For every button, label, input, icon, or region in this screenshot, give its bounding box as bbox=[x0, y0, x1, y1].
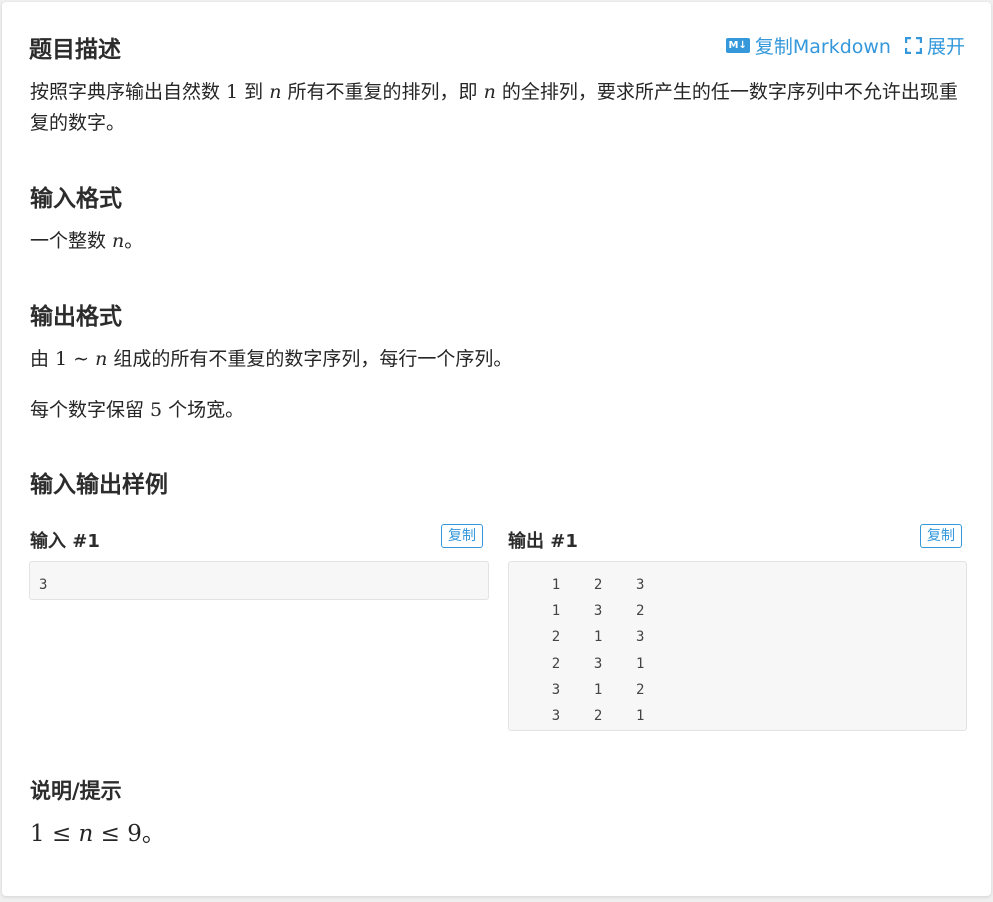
description-math-n2: n bbox=[483, 81, 496, 103]
description-header: 题目描述 M↓ 复制Markdown 展开 bbox=[29, 30, 965, 63]
output-format-math-n: n bbox=[95, 348, 108, 370]
hint-math-n: n bbox=[78, 821, 94, 847]
output-format-text-1: 由 bbox=[30, 348, 56, 370]
output-format-math-5: 5 bbox=[150, 399, 163, 421]
hint-title: 说明/提示 bbox=[30, 779, 122, 803]
description-text: 按照字典序输出自然数 1 到 n 所有不重复的排列，即 n 的全排列，要求所产生… bbox=[30, 77, 965, 139]
hint-text: 1 ≤ n ≤ 9。 bbox=[30, 819, 965, 850]
copy-markdown-button[interactable]: M↓ 复制Markdown bbox=[725, 32, 891, 59]
output-format-title: 输出格式 bbox=[30, 304, 122, 330]
expand-icon bbox=[904, 37, 922, 54]
output-format-line2: 每个数字保留 5 个场宽。 bbox=[30, 395, 965, 426]
header-actions: M↓ 复制Markdown 展开 bbox=[725, 32, 965, 59]
description-text-2: 到 bbox=[238, 81, 270, 103]
hint-suffix: 。 bbox=[141, 821, 165, 847]
problem-card: 题目描述 M↓ 复制Markdown 展开 按照字典序输出自然数 1 到 n 所… bbox=[2, 2, 991, 896]
sample-input-text: 3 bbox=[39, 577, 48, 593]
output-format-math-range: 1 ∼ bbox=[55, 348, 96, 370]
samples-title: 输入输出样例 bbox=[30, 472, 168, 498]
copy-output-button[interactable]: 复制 bbox=[920, 524, 962, 548]
output-format-line1: 由 1 ∼ n 组成的所有不重复的数字序列，每行一个序列。 bbox=[30, 344, 965, 375]
input-format-text-2: 。 bbox=[124, 230, 144, 252]
markdown-icon: M↓ bbox=[725, 38, 750, 53]
expand-label: 展开 bbox=[926, 36, 965, 58]
input-format-text: 一个整数 n。 bbox=[30, 226, 965, 257]
sample-input-label: 输入 #1 bbox=[30, 531, 100, 552]
sample-input-box: 3 bbox=[29, 561, 489, 600]
hint-math-right: ≤ 9 bbox=[93, 821, 142, 847]
input-format-text-1: 一个整数 bbox=[30, 230, 113, 252]
copy-input-button[interactable]: 复制 bbox=[441, 524, 483, 548]
expand-button[interactable]: 展开 bbox=[904, 32, 965, 59]
description-text-3: 所有不重复的排列，即 bbox=[281, 81, 484, 103]
sample-output-box: 1 2 3 1 3 2 2 1 3 2 3 1 3 1 2 3 2 1 bbox=[508, 561, 967, 731]
output-format-text-4: 个场宽。 bbox=[162, 399, 245, 421]
hint-math-left: 1 ≤ bbox=[30, 821, 79, 847]
input-format-title: 输入格式 bbox=[30, 186, 122, 212]
output-format-text-3: 每个数字保留 bbox=[30, 399, 151, 421]
description-math-n: n bbox=[269, 81, 282, 103]
sample-output-text: 1 2 3 1 3 2 2 1 3 2 3 1 3 1 2 3 2 1 bbox=[551, 577, 645, 725]
sample-output-label: 输出 #1 bbox=[508, 531, 578, 552]
copy-markdown-label: 复制Markdown bbox=[754, 36, 891, 58]
description-math-1: 1 bbox=[226, 81, 239, 103]
output-format-text-2: 组成的所有不重复的数字序列，每行一个序列。 bbox=[107, 348, 513, 370]
input-format-math-n: n bbox=[112, 230, 125, 252]
description-text-1: 按照字典序输出自然数 bbox=[30, 81, 227, 103]
